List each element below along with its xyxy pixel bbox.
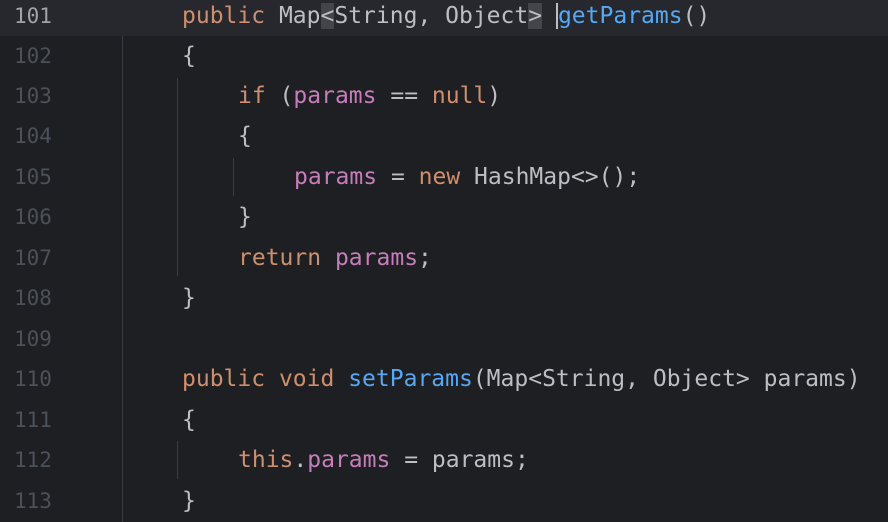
line-number: 102: [14, 44, 52, 69]
code-line[interactable]: 108 }: [0, 278, 888, 318]
keyword-void: void: [278, 366, 335, 392]
keyword-return: return: [238, 245, 322, 271]
keyword-this: this: [238, 447, 294, 473]
field-params: params: [293, 83, 377, 109]
keyword-null: null: [431, 83, 488, 109]
type-map: Map: [278, 3, 321, 29]
code-line[interactable]: 107 return params;: [0, 238, 888, 278]
code-line[interactable]: 112 this.params = params;: [0, 440, 888, 480]
method-setparams[interactable]: setParams: [348, 366, 473, 392]
dot: .: [293, 447, 308, 473]
code-text[interactable]: {: [238, 116, 252, 156]
keyword-if: if: [238, 83, 266, 109]
bracket-match-close: >: [528, 3, 543, 29]
assignment: = params;: [390, 447, 529, 473]
operator: ==: [376, 83, 432, 109]
constructor-call: HashMap<>();: [460, 164, 641, 190]
method-parens: (): [682, 3, 711, 29]
brace: }: [182, 285, 196, 311]
line-number: 105: [14, 165, 52, 190]
line-number: 108: [14, 286, 52, 311]
code-text[interactable]: }: [182, 481, 196, 521]
line-number: 110: [14, 367, 52, 392]
paren: ): [487, 83, 502, 109]
brace: {: [182, 43, 196, 69]
method-getparams[interactable]: getParams: [555, 3, 683, 29]
field-params: params: [334, 245, 419, 271]
line-number: 111: [14, 408, 52, 433]
line-number: 101: [14, 4, 52, 29]
field-params: params: [294, 164, 378, 190]
code-line[interactable]: 102 {: [0, 36, 888, 76]
code-text[interactable]: return params;: [238, 238, 432, 278]
code-text[interactable]: {: [182, 400, 196, 440]
code-text[interactable]: public void setParams(Map<String, Object…: [182, 359, 861, 399]
line-number: 113: [14, 489, 52, 514]
code-text[interactable]: }: [182, 278, 196, 318]
code-line[interactable]: 110 public void setParams(Map<String, Ob…: [0, 359, 888, 399]
type-params: String, Object: [334, 3, 529, 29]
code-text[interactable]: this.params = params;: [238, 440, 529, 480]
line-number: 106: [14, 205, 52, 230]
brace: }: [182, 488, 196, 514]
keyword-public: public: [182, 366, 266, 392]
brace: }: [238, 204, 252, 230]
code-text[interactable]: params = new HashMap<>();: [294, 157, 640, 197]
line-number: 103: [14, 84, 52, 109]
code-line[interactable]: 111 {: [0, 400, 888, 440]
code-line[interactable]: 105 params = new HashMap<>();: [0, 157, 888, 197]
semicolon: ;: [418, 245, 432, 271]
paren: (: [265, 83, 294, 109]
method-args: (Map<String, Object> params): [472, 366, 861, 392]
code-line[interactable]: 104 {: [0, 116, 888, 156]
code-text[interactable]: {: [182, 36, 196, 76]
code-line[interactable]: 109: [0, 319, 888, 359]
brace: {: [182, 407, 196, 433]
line-number: 109: [14, 327, 52, 352]
field-params: params: [307, 447, 391, 473]
line-number: 104: [14, 124, 52, 149]
operator: =: [377, 164, 419, 190]
line-number: 107: [14, 246, 52, 271]
code-text[interactable]: }: [238, 197, 252, 237]
line-number: 112: [14, 448, 52, 473]
brace: {: [238, 123, 252, 149]
code-line[interactable]: 101 public Map<String, Object> getParams…: [0, 0, 888, 37]
code-line[interactable]: 103 if (params == null): [0, 76, 888, 116]
bracket-match-open: <: [320, 3, 335, 29]
code-line[interactable]: 106 }: [0, 197, 888, 237]
code-text[interactable]: public Map<String, Object> getParams(): [182, 0, 710, 36]
code-text[interactable]: if (params == null): [238, 76, 501, 116]
code-editor[interactable]: 101 public Map<String, Object> getParams…: [0, 0, 888, 522]
keyword-new: new: [418, 164, 461, 190]
keyword-public: public: [182, 3, 266, 29]
code-line[interactable]: 113 }: [0, 481, 888, 521]
